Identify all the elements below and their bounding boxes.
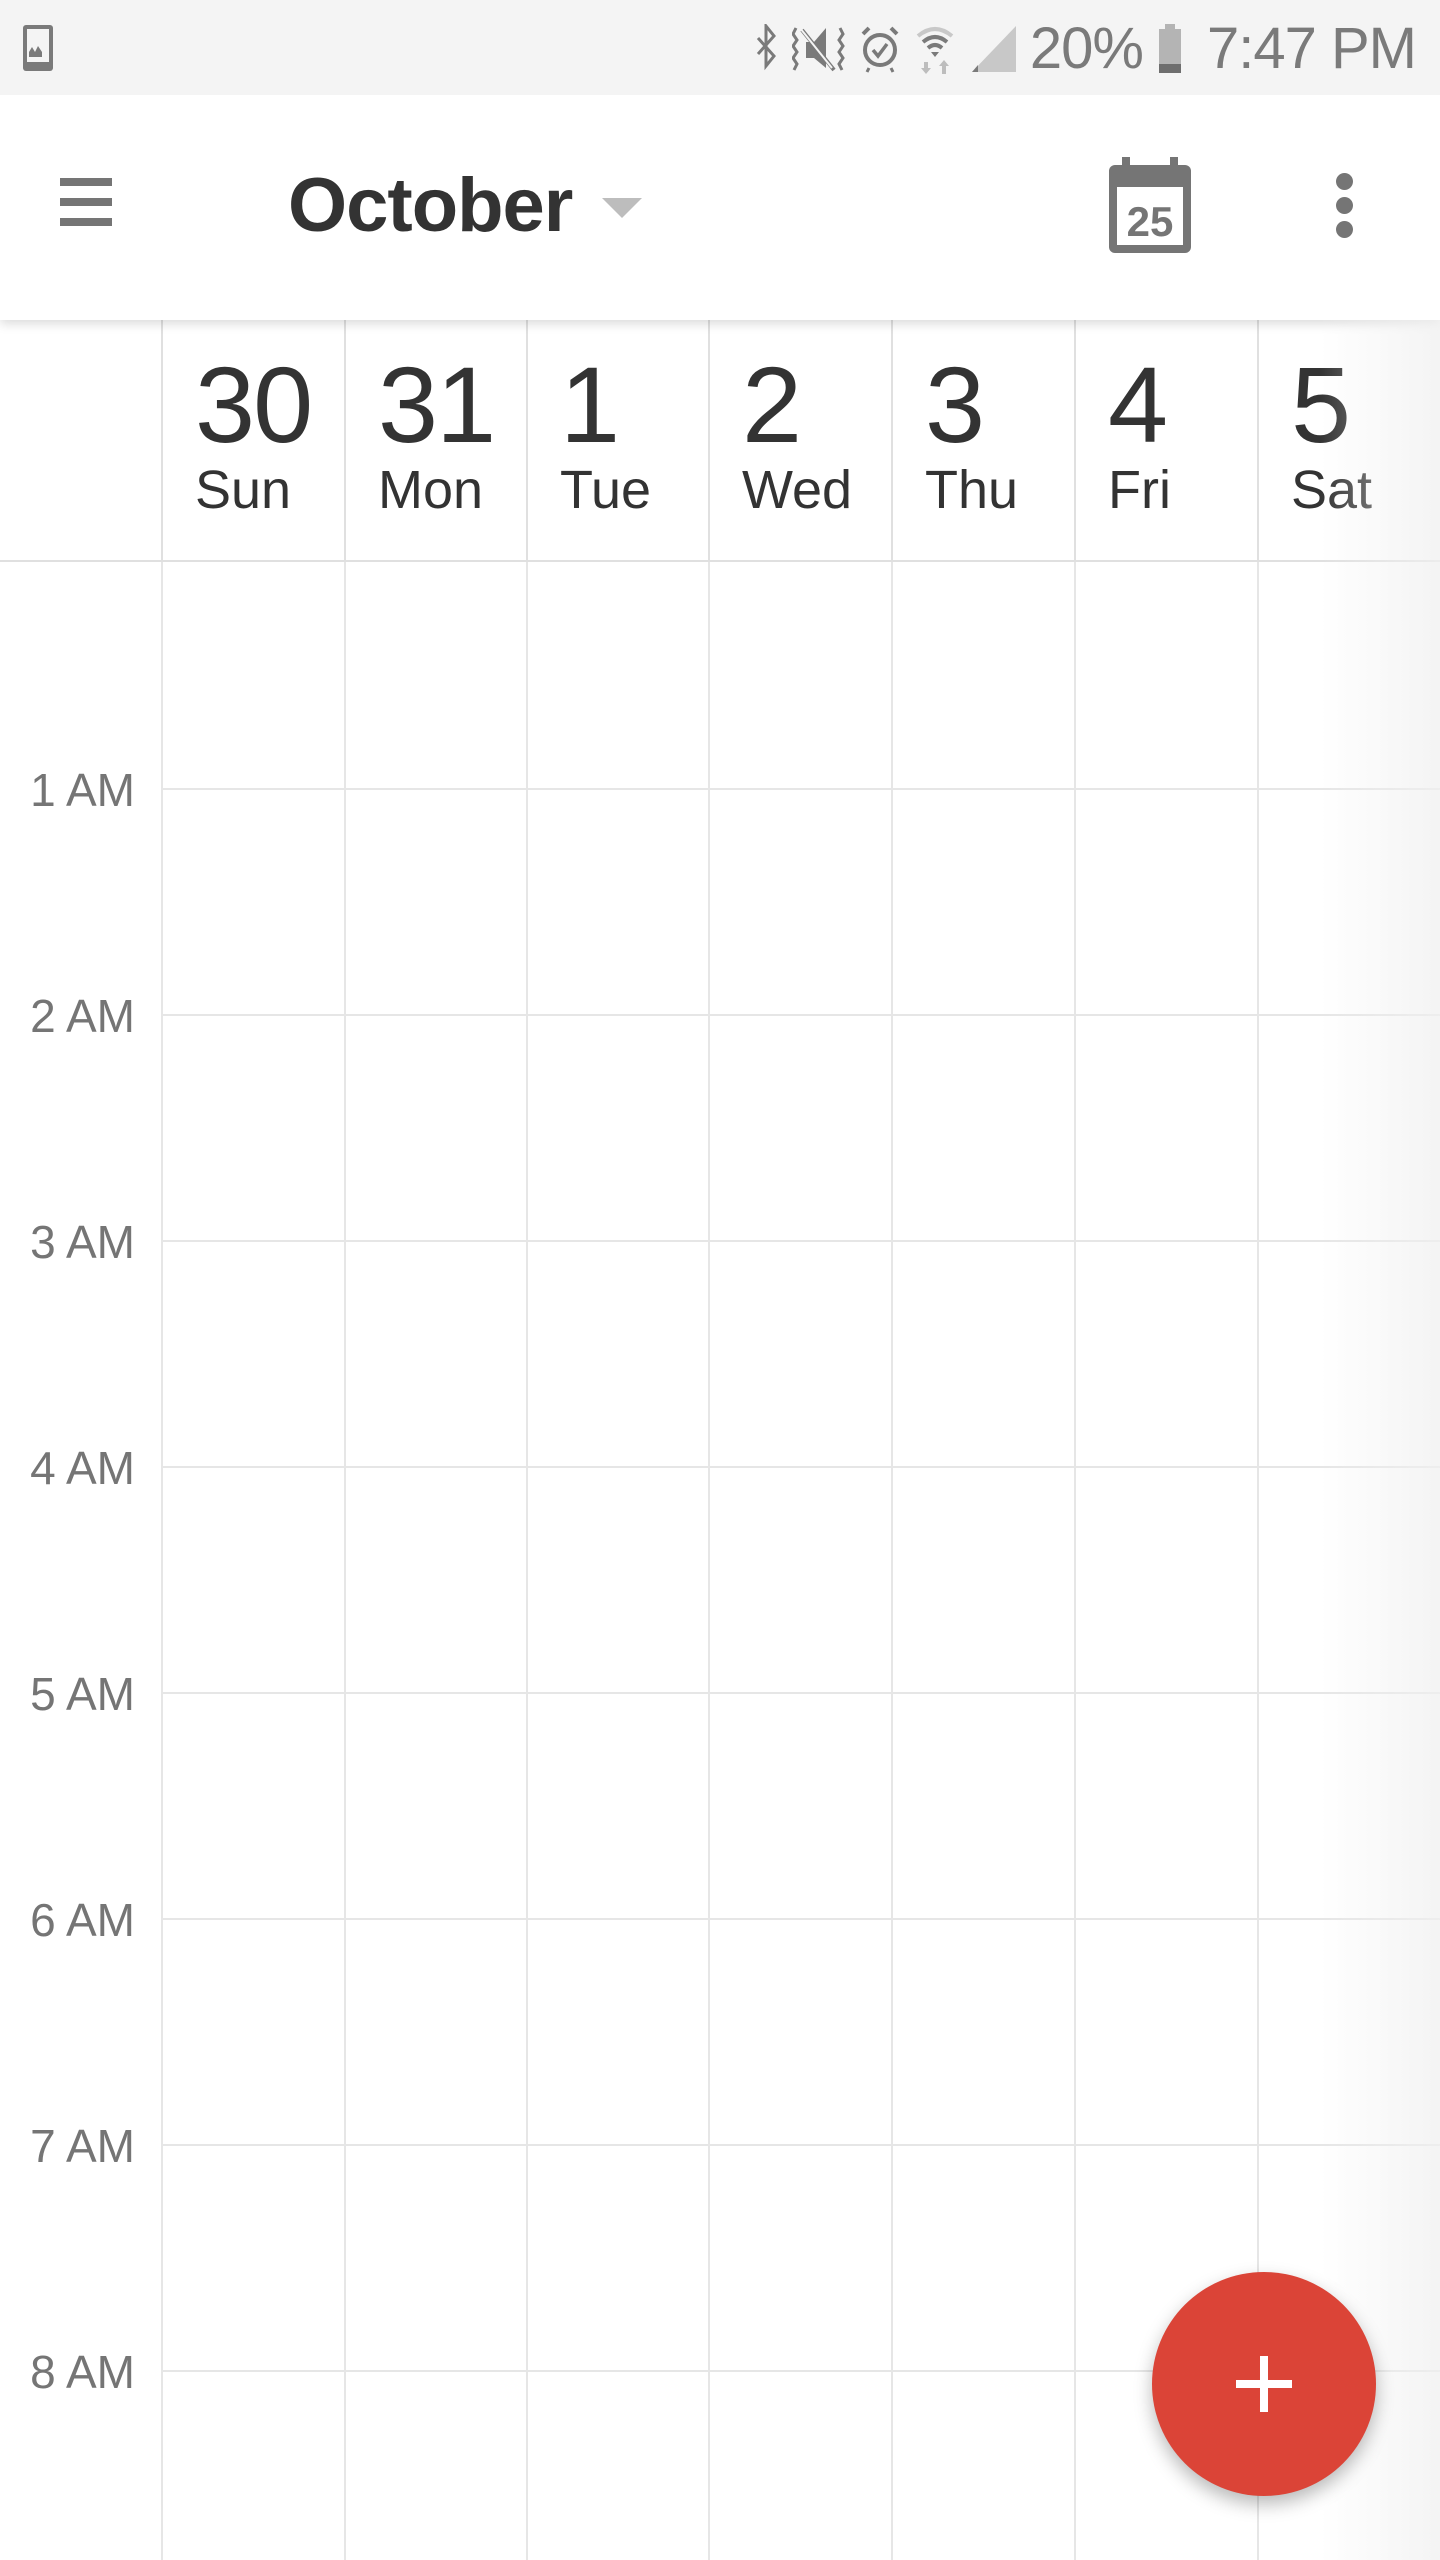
day-name: Sun: [195, 460, 292, 520]
hour-label: 4 AM: [30, 1442, 135, 1494]
day-name: Mon: [378, 460, 484, 520]
hour-label: 2 AM: [30, 990, 135, 1042]
status-bar: 20% 7:47 PM: [0, 0, 1440, 95]
hour-label: 3 AM: [30, 1216, 135, 1268]
day-column-sat[interactable]: [1259, 562, 1440, 2560]
day-header-sun[interactable]: 30 Sun: [161, 320, 344, 560]
day-column-fri[interactable]: [1076, 562, 1257, 2560]
hour-line: [161, 1466, 1440, 1468]
day-name: Fri: [1108, 460, 1171, 520]
day-number: 2: [742, 344, 802, 465]
day-number: 5: [1291, 344, 1351, 465]
hour-line: [161, 788, 1440, 790]
day-number: 30: [195, 344, 313, 465]
day-name: Thu: [925, 460, 1019, 520]
battery-icon: [1159, 24, 1181, 73]
day-name: Sat: [1291, 460, 1373, 520]
hour-line: [161, 1014, 1440, 1016]
today-button[interactable]: 25: [1100, 155, 1200, 255]
hour-line: [161, 1692, 1440, 1694]
alarm-icon: [861, 26, 899, 73]
week-time-grid[interactable]: 1 AM 2 AM 3 AM 4 AM 5 AM 6 AM 7 AM 8 AM: [0, 562, 1440, 2560]
day-column-mon[interactable]: [346, 562, 526, 2560]
battery-percent: 20%: [1029, 16, 1144, 81]
hour-line: [161, 1918, 1440, 1920]
week-day-header: 30 Sun 31 Mon 1 Tue 2 Wed 3 Thu 4 Fri 5 …: [0, 320, 1440, 562]
day-column-tue[interactable]: [528, 562, 708, 2560]
month-selector[interactable]: October: [288, 155, 643, 255]
hour-label: 5 AM: [30, 1668, 135, 1720]
caret-down-icon: [602, 198, 643, 218]
day-name: Wed: [742, 460, 853, 520]
mute-vibrate-icon: [791, 27, 845, 72]
day-number: 4: [1108, 344, 1168, 465]
app-bar: October 25: [0, 95, 1440, 320]
today-date: 25: [1127, 198, 1174, 245]
day-number: 3: [925, 344, 985, 465]
month-title: October: [288, 162, 573, 248]
status-icons: 20% 7:47 PM: [756, 14, 1417, 84]
day-column-wed[interactable]: [710, 562, 891, 2560]
day-name: Tue: [560, 460, 652, 520]
day-number: 1: [560, 344, 620, 465]
gallery-notification-icon: [23, 25, 53, 71]
more-vert-icon[interactable]: [1310, 155, 1380, 255]
hour-line: [161, 2144, 1440, 2146]
day-column-sun[interactable]: [163, 562, 344, 2560]
day-header-mon[interactable]: 31 Mon: [344, 320, 526, 560]
wifi-icon: [916, 27, 954, 74]
hour-label: 7 AM: [30, 2120, 135, 2172]
day-header-fri[interactable]: 4 Fri: [1074, 320, 1257, 560]
cell-signal-icon: [971, 26, 1016, 72]
hour-label: 1 AM: [30, 764, 135, 816]
day-column-thu[interactable]: [893, 562, 1074, 2560]
hour-label: 6 AM: [30, 1894, 135, 1946]
day-header-tue[interactable]: 1 Tue: [526, 320, 708, 560]
hamburger-menu-icon[interactable]: [40, 160, 150, 240]
create-event-button[interactable]: [1152, 2272, 1376, 2496]
clock: 7:47 PM: [1207, 16, 1417, 81]
day-header-wed[interactable]: 2 Wed: [708, 320, 891, 560]
calendar-today-icon: 25: [1109, 157, 1191, 253]
day-header-sat[interactable]: 5 Sat: [1257, 320, 1440, 560]
day-header-thu[interactable]: 3 Thu: [891, 320, 1074, 560]
hour-line: [161, 1240, 1440, 1242]
day-number: 31: [378, 344, 496, 465]
hour-label: 8 AM: [30, 2346, 135, 2398]
bluetooth-icon: [756, 24, 776, 71]
